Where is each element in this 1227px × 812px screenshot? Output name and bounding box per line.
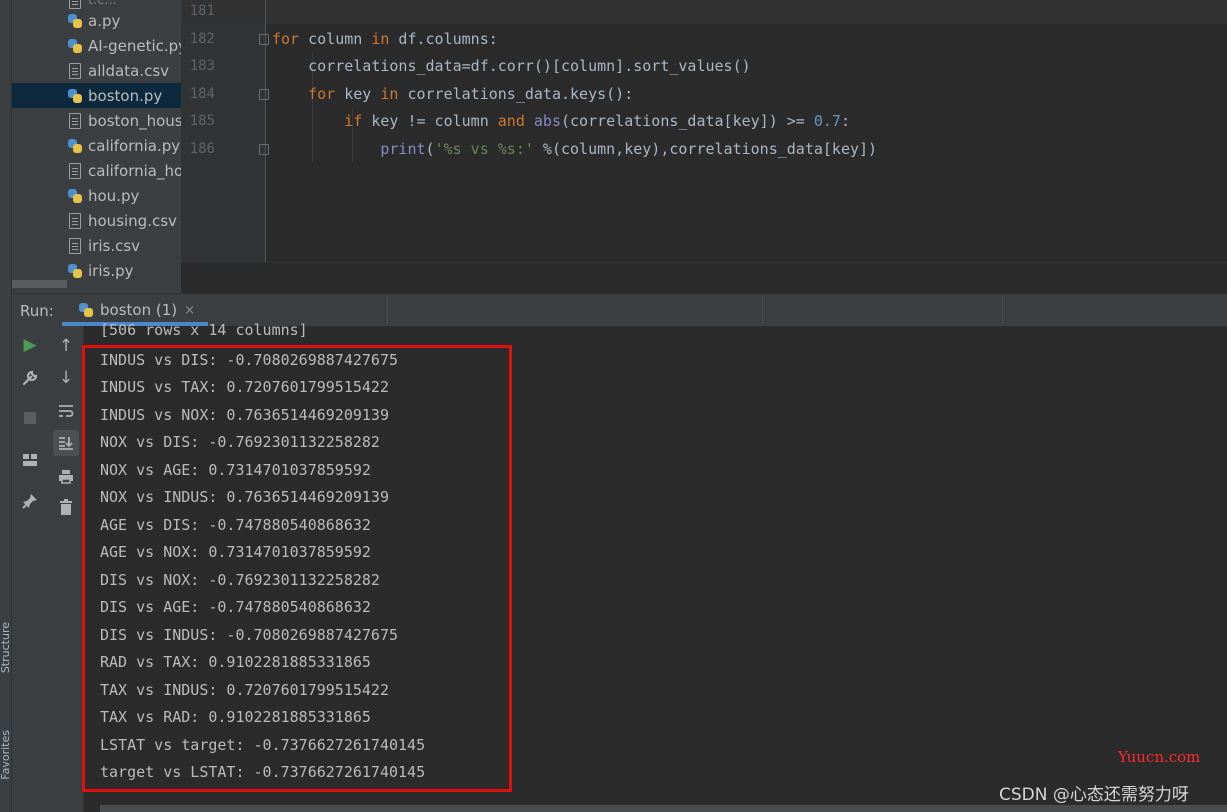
run-toolbar-secondary: ↑ ↓: [48, 326, 84, 812]
code-text: correlations_data.keys():: [398, 85, 634, 103]
project-tree: t.c... a.py AI-genetic.py alldata.csv bo…: [12, 0, 181, 293]
line-number: 184: [189, 86, 215, 102]
tree-item-boston-py[interactable]: boston.py: [12, 83, 181, 108]
line-number: 181: [189, 3, 215, 19]
header-divider: [1002, 296, 1003, 324]
scroll-to-end-icon[interactable]: [53, 430, 79, 456]
code-text: correlations_data=df.corr()[column].sort…: [272, 57, 751, 75]
tree-item-a-py[interactable]: a.py: [12, 8, 181, 33]
editor-bottom-area: [181, 262, 1227, 293]
tree-item-boston-housing-csv[interactable]: boston_housing.csv: [12, 108, 181, 133]
console-horizontal-scrollbar[interactable]: [100, 805, 1227, 812]
run-panel-label: Run:: [20, 302, 54, 320]
structure-tool-label[interactable]: Structure: [0, 622, 12, 673]
rerun-icon[interactable]: ▶: [17, 332, 43, 358]
keyword: for: [272, 30, 300, 48]
tree-item-iris-csv[interactable]: iris.csv: [12, 233, 181, 258]
soft-wrap-icon[interactable]: [53, 398, 79, 424]
pin-icon[interactable]: [17, 488, 43, 514]
project-tree-scrollbar[interactable]: [12, 280, 67, 288]
arrow-up-icon[interactable]: ↑: [53, 333, 79, 359]
python-file-icon: [67, 188, 83, 204]
python-file-icon: [67, 263, 83, 279]
keyword: and: [497, 112, 525, 130]
python-icon: [78, 302, 94, 318]
text-file-icon: [69, 237, 81, 254]
line-number: 182: [189, 31, 215, 47]
code-text: key: [335, 85, 381, 103]
code-text: %(column,key),correlations_data[key]): [533, 140, 878, 158]
tree-item-housing-csv[interactable]: housing.csv: [12, 208, 181, 233]
tree-item-ai-genetic-py[interactable]: AI-genetic.py: [12, 33, 181, 58]
line-number: 185: [189, 113, 215, 129]
print-icon[interactable]: [53, 463, 79, 489]
python-file-icon: [67, 138, 83, 154]
code-line-184: for key in correlations_data.keys():: [272, 85, 633, 103]
wrench-icon[interactable]: [17, 365, 43, 391]
close-icon[interactable]: ×: [184, 303, 195, 318]
code-line-183: correlations_data=df.corr()[column].sort…: [272, 57, 751, 75]
keyword: for: [272, 85, 336, 103]
fold-end-marker-icon[interactable]: [259, 144, 269, 155]
arrow-down-icon[interactable]: ↓: [53, 365, 79, 391]
red-highlight-box: [82, 345, 512, 792]
keyword: in: [380, 85, 399, 103]
builtin: print: [272, 140, 426, 158]
tree-item-hou-py[interactable]: hou.py: [12, 183, 181, 208]
watermark-yuucn: Yuucn.com: [1118, 748, 1201, 766]
code-text: key != column: [362, 112, 498, 130]
tree-item-california-housing-csv[interactable]: california_housing.csv: [12, 158, 181, 183]
keyword: if: [272, 112, 363, 130]
text-file-icon: [69, 162, 81, 179]
number-literal: 0.7: [813, 112, 841, 130]
code-text: df.columns:: [389, 30, 498, 48]
code-line-186: print('%s vs %s:' %(column,key),correlat…: [272, 140, 877, 158]
current-line-highlight: [181, 0, 1227, 24]
header-divider: [387, 296, 388, 324]
console-line-header: [506 rows x 14 columns]: [100, 321, 308, 339]
line-number: 186: [189, 141, 215, 157]
python-file-icon: [67, 88, 83, 104]
run-tab-title: boston (1): [100, 301, 178, 319]
favorites-tool-label[interactable]: Favorites: [0, 730, 12, 780]
fold-marker-icon[interactable]: [259, 34, 269, 45]
text-file-icon: [69, 212, 81, 229]
python-file-icon: [67, 13, 83, 29]
line-number: 183: [189, 58, 215, 74]
string-literal: '%s vs %s:': [434, 140, 534, 158]
stop-icon[interactable]: [17, 405, 43, 431]
code-text: (: [425, 140, 435, 158]
text-file-icon: [69, 62, 81, 79]
code-text: :: [840, 112, 850, 130]
tree-item-california-py[interactable]: california.py: [12, 133, 181, 158]
layout-icon[interactable]: [17, 447, 43, 473]
code-line-182: for column in df.columns:: [272, 30, 498, 48]
watermark-csdn: CSDN @心态还需努力呀: [999, 785, 1189, 805]
code-text: column: [299, 30, 372, 48]
fold-marker-icon[interactable]: [259, 89, 269, 100]
tree-item-alldata-csv[interactable]: alldata.csv: [12, 58, 181, 83]
keyword: in: [371, 30, 390, 48]
header-divider: [762, 296, 763, 324]
left-tool-strip: Structure Favorites: [0, 0, 12, 812]
text-file-icon: [69, 112, 81, 129]
code-line-185: if key != column and abs(correlations_da…: [272, 112, 850, 130]
code-text: (correlations_data[key]) >=: [561, 112, 814, 130]
run-toolbar-primary: ▶: [12, 326, 48, 812]
builtin: abs: [533, 112, 561, 130]
trash-icon[interactable]: [53, 494, 79, 520]
python-file-icon: [67, 38, 83, 54]
